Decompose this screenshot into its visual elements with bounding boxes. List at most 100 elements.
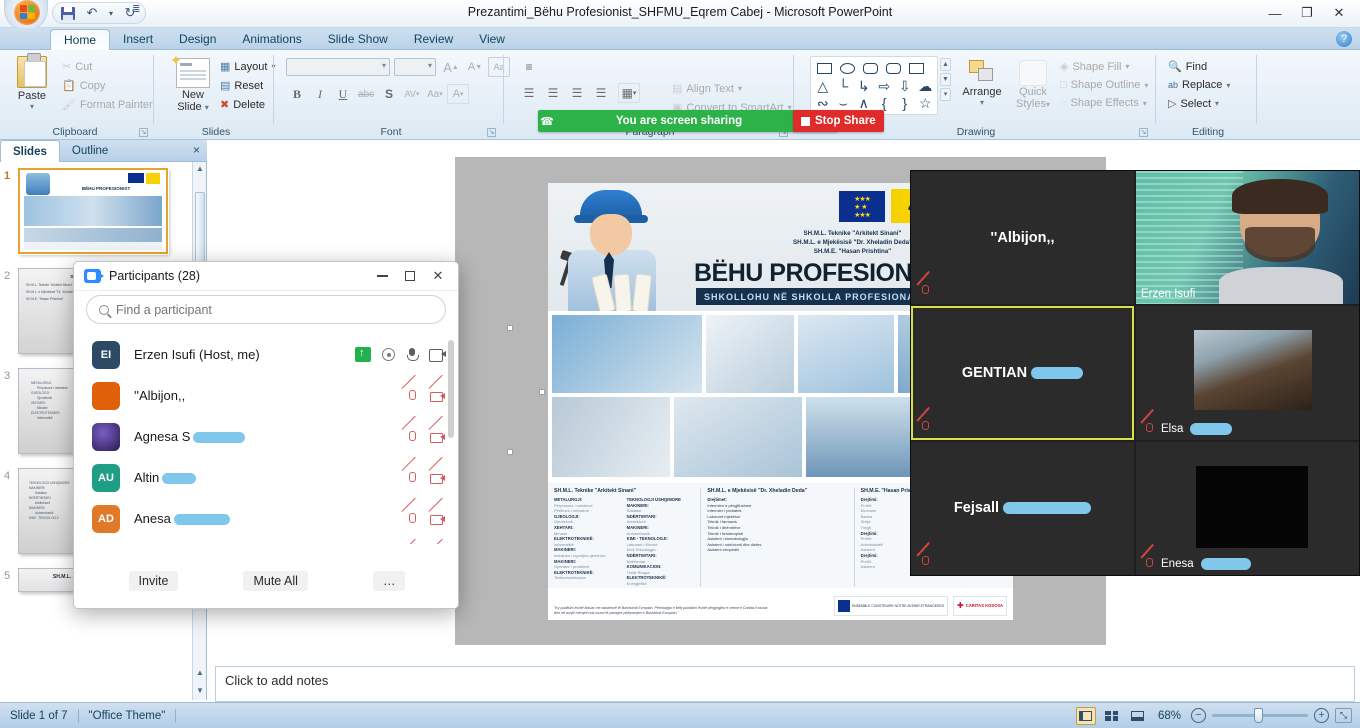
- select-button[interactable]: ▷ Select ▾: [1168, 97, 1230, 110]
- close-button[interactable]: ✕: [1324, 2, 1354, 24]
- new-slide-dropdown-icon[interactable]: ▾: [205, 103, 209, 112]
- zoom-in-button[interactable]: +: [1314, 708, 1329, 723]
- microphone-muted-icon[interactable]: [403, 471, 419, 485]
- zoom-out-button[interactable]: −: [1191, 708, 1206, 723]
- next-slide-icon[interactable]: ▼: [195, 686, 205, 698]
- thumbnail-item-1[interactable]: 1 BËHU PROFESIONIST: [0, 162, 193, 262]
- close-panel-icon[interactable]: ×: [193, 143, 200, 157]
- underline-button[interactable]: U: [332, 84, 354, 104]
- shape-left-brace[interactable]: {: [875, 94, 895, 111]
- video-tile-fejsall[interactable]: Fejsall: [911, 442, 1134, 575]
- participants-close-button[interactable]: ✕: [424, 265, 452, 287]
- align-right-button[interactable]: ☰: [566, 83, 588, 103]
- font-color-button[interactable]: A▾: [447, 84, 469, 104]
- minimize-button[interactable]: —: [1260, 2, 1290, 24]
- tab-review[interactable]: Review: [401, 28, 466, 50]
- change-case-button[interactable]: Aa▾: [424, 84, 446, 104]
- microphone-muted-icon[interactable]: [403, 512, 419, 526]
- arrange-dropdown-icon[interactable]: ▾: [958, 98, 1006, 107]
- thumbnail-image-1[interactable]: BËHU PROFESIONIST: [18, 168, 168, 254]
- video-tile-enesa[interactable]: Enesa: [1136, 442, 1359, 575]
- camera-off-icon[interactable]: [430, 430, 446, 444]
- camera-off-icon[interactable]: [430, 389, 446, 403]
- shrink-font-button[interactable]: A▼: [464, 57, 486, 77]
- shape-effects-button[interactable]: ◌ Shape Effects ▾: [1060, 97, 1148, 109]
- microphone-muted-icon[interactable]: [403, 389, 419, 403]
- quick-styles-button[interactable]: Quick Styles▾: [1010, 60, 1056, 111]
- new-slide-button[interactable]: ✦ New Slide ▾: [170, 58, 216, 114]
- bold-button[interactable]: B: [286, 84, 308, 104]
- participant-row[interactable]: Agnesa S: [74, 416, 459, 457]
- participant-row-host[interactable]: EI Erzen Isufi (Host, me): [74, 334, 459, 375]
- more-options-button[interactable]: …: [373, 571, 406, 591]
- screen-share-icon[interactable]: [355, 347, 371, 362]
- participant-search-box[interactable]: [86, 295, 446, 324]
- justify-button[interactable]: ☰: [590, 83, 612, 103]
- shape-placeholder-2[interactable]: [905, 60, 927, 77]
- participant-row[interactable]: Beisa: [74, 539, 459, 544]
- delete-slide-button[interactable]: ✖ Delete: [220, 98, 275, 111]
- tab-animations[interactable]: Animations: [229, 28, 314, 50]
- tab-view[interactable]: View: [466, 28, 518, 50]
- tab-insert[interactable]: Insert: [110, 28, 166, 50]
- shape-cloud[interactable]: ☁: [916, 77, 936, 94]
- shape-curve[interactable]: ⌣: [834, 94, 854, 111]
- tab-slide-show[interactable]: Slide Show: [315, 28, 401, 50]
- search-input[interactable]: [116, 303, 433, 317]
- tab-design[interactable]: Design: [166, 28, 229, 50]
- shape-oval[interactable]: [836, 60, 858, 77]
- video-tile-albijon[interactable]: ''Albijon,,: [911, 171, 1134, 304]
- shape-star[interactable]: ☆: [916, 94, 936, 111]
- slide-show-button[interactable]: [1128, 707, 1148, 725]
- shapes-gallery[interactable]: △ └ ↳ ⇨ ⇩ ☁ ∾ ⌣ ∧ { } ☆: [810, 56, 938, 115]
- scrollbar-thumb[interactable]: [195, 192, 205, 262]
- format-painter-button[interactable]: 🖌 Format Painter: [62, 98, 153, 111]
- recording-icon[interactable]: [382, 348, 395, 361]
- participant-row[interactable]: AD Anesa: [74, 498, 459, 539]
- strikethrough-button[interactable]: abc: [355, 84, 377, 104]
- help-icon[interactable]: ?: [1336, 31, 1352, 47]
- shape-triangle[interactable]: △: [813, 77, 833, 94]
- shapes-scroll-up[interactable]: ▲: [940, 58, 951, 71]
- cut-button[interactable]: ✂ Cut: [62, 60, 153, 73]
- shape-right-arrow[interactable]: ⇨: [875, 77, 895, 94]
- participant-list[interactable]: EI Erzen Isufi (Host, me) ''Albijon,,: [74, 334, 459, 544]
- shape-rectangle[interactable]: [813, 60, 835, 77]
- participants-minimize-button[interactable]: [368, 265, 396, 287]
- scroll-up-icon[interactable]: ▲: [195, 164, 205, 176]
- invite-button[interactable]: Invite: [129, 571, 179, 591]
- paste-dropdown-icon[interactable]: ▾: [10, 102, 54, 111]
- zoom-slider[interactable]: [1212, 714, 1308, 717]
- font-name-combo[interactable]: [286, 58, 390, 76]
- layout-button[interactable]: ▦ Layout ▾: [220, 60, 275, 73]
- columns-button[interactable]: ▦▾: [618, 83, 640, 103]
- notes-pane[interactable]: Click to add notes: [215, 666, 1355, 702]
- shapes-more[interactable]: ▾: [940, 88, 951, 101]
- restore-button[interactable]: ❐: [1292, 2, 1322, 24]
- tab-slides[interactable]: Slides: [0, 140, 60, 162]
- copy-button[interactable]: 📋 Copy: [62, 79, 153, 92]
- align-center-button[interactable]: ☰: [542, 83, 564, 103]
- camera-off-icon[interactable]: [430, 512, 446, 526]
- tab-outline[interactable]: Outline: [60, 140, 120, 162]
- text-shadow-button[interactable]: S: [378, 84, 400, 104]
- arrange-button[interactable]: Arrange ▾: [958, 60, 1006, 107]
- character-spacing-button[interactable]: AV▾: [401, 84, 423, 104]
- participants-maximize-button[interactable]: [396, 265, 424, 287]
- shape-corner[interactable]: └: [834, 77, 854, 94]
- reset-button[interactable]: ▤ Reset: [220, 79, 275, 92]
- tab-home[interactable]: Home: [50, 29, 110, 51]
- bullets-button[interactable]: ≡: [518, 57, 540, 77]
- clipboard-dialog-launcher[interactable]: ↘: [139, 128, 148, 137]
- slide-sorter-button[interactable]: [1102, 707, 1122, 725]
- video-tile-elsa[interactable]: Elsa: [1136, 306, 1359, 439]
- replace-button[interactable]: ab Replace ▾: [1168, 79, 1230, 91]
- shape-placeholder-1[interactable]: [882, 60, 904, 77]
- shape-freeform[interactable]: ∾: [813, 94, 833, 111]
- clear-formatting-button[interactable]: Aa: [488, 57, 510, 77]
- participant-row[interactable]: AU Altin: [74, 457, 459, 498]
- find-button[interactable]: 🔍 Find: [1168, 60, 1230, 73]
- align-text-button[interactable]: ▤ Align Text ▾: [672, 82, 792, 95]
- microphone-icon[interactable]: [406, 348, 418, 362]
- shape-fill-button[interactable]: ◈ Shape Fill ▾: [1060, 60, 1148, 73]
